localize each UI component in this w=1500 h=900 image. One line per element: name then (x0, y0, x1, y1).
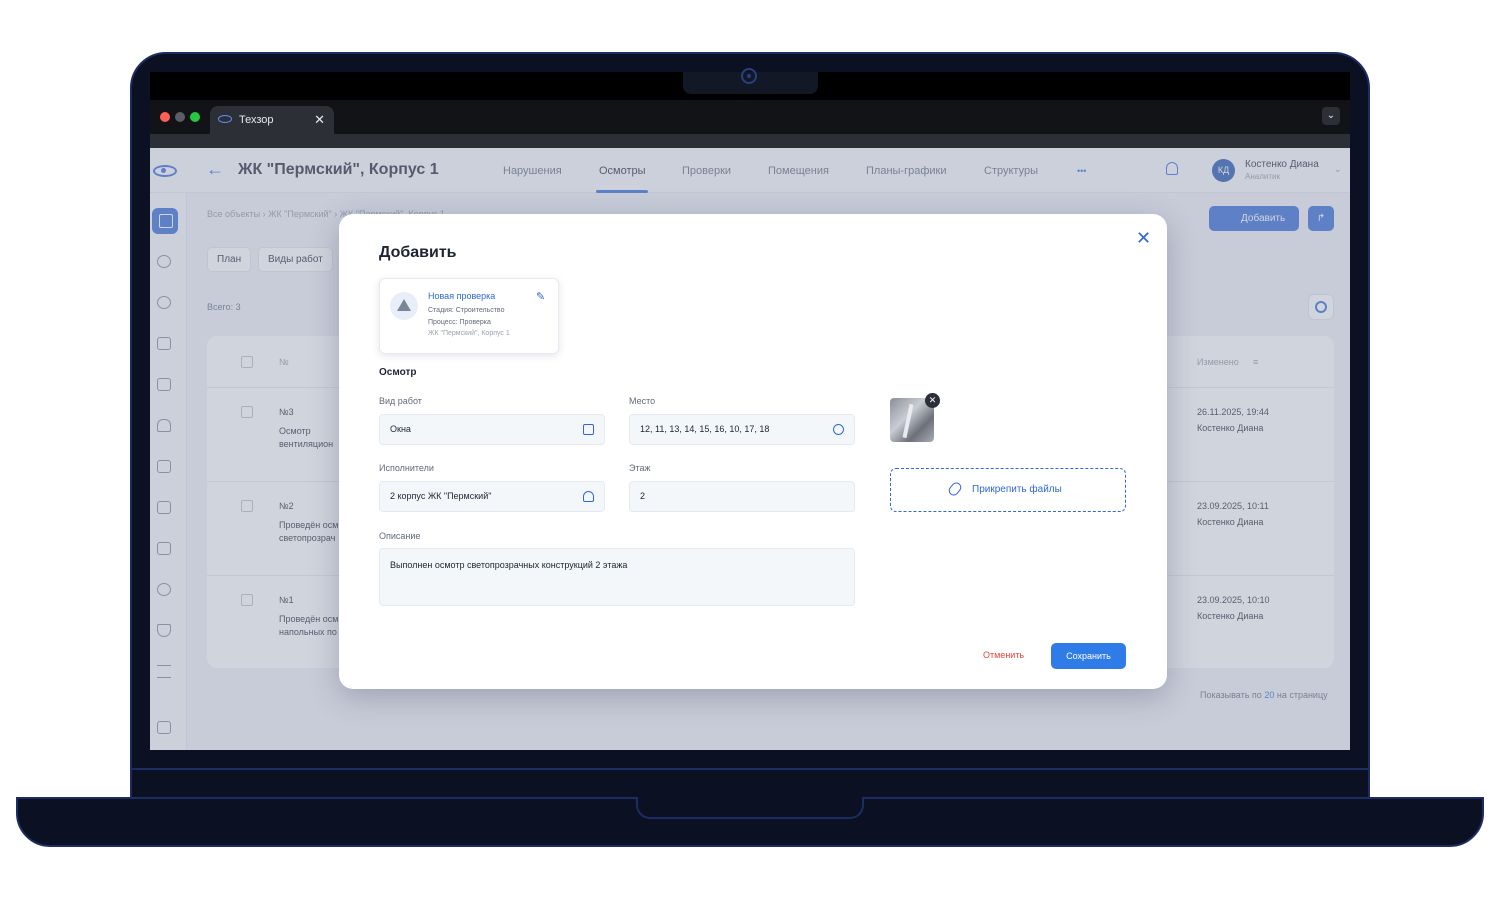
section-title: Осмотр (379, 367, 417, 378)
save-button[interactable]: Сохранить (1051, 643, 1126, 669)
place-field[interactable]: 12, 11, 13, 14, 15, 16, 10, 17, 18 (629, 414, 855, 445)
warning-icon (390, 292, 418, 320)
tab-close-icon[interactable]: ✕ (314, 112, 325, 128)
browser-tab-title: Техзор (239, 114, 274, 126)
window-close-dot[interactable] (160, 112, 170, 122)
tab-menu-chevron-icon[interactable]: ⌄ (1322, 107, 1340, 125)
place-label: Место (629, 396, 656, 406)
window-minimize-dot[interactable] (175, 112, 185, 122)
description-label: Описание (379, 531, 421, 541)
laptop-base-notch (636, 797, 864, 819)
floor-label: Этаж (629, 463, 651, 473)
browser-toolbar (150, 134, 1350, 148)
check-card[interactable]: Новая проверка Стадия: Строительство Про… (379, 278, 559, 354)
laptop-hinge (130, 768, 1370, 798)
camera-icon (741, 68, 757, 84)
cancel-button[interactable]: Отменить (983, 650, 1024, 660)
person-icon (583, 491, 594, 502)
floor-field[interactable]: 2 (629, 481, 855, 512)
performers-field[interactable]: 2 корпус ЖК "Пермский" (379, 481, 605, 512)
attach-files-label: Прикрепить файлы (972, 484, 1062, 495)
window-zoom-dot[interactable] (190, 112, 200, 122)
work-type-field[interactable]: Окна (379, 414, 605, 445)
performers-label: Исполнители (379, 463, 434, 473)
card-process: Процесс: Проверка (428, 319, 491, 326)
description-value: Выполнен осмотр светопрозрачных конструк… (390, 560, 628, 570)
browser-tab[interactable]: Техзор ✕ (210, 106, 334, 134)
paperclip-icon (946, 480, 964, 498)
place-value: 12, 11, 13, 14, 15, 16, 10, 17, 18 (640, 424, 770, 434)
app-eye-icon (218, 115, 232, 123)
card-name[interactable]: Новая проверка (428, 291, 495, 301)
crosshair-icon (833, 424, 844, 435)
close-icon[interactable]: ✕ (1136, 228, 1151, 249)
description-textarea[interactable]: Выполнен осмотр светопрозрачных конструк… (379, 548, 855, 606)
performers-value: 2 корпус ЖК "Пермский" (390, 491, 492, 501)
wrench-icon (583, 424, 594, 435)
modal-title: Добавить (379, 244, 457, 261)
edit-pencil-icon[interactable]: ✎ (536, 290, 545, 303)
work-type-label: Вид работ (379, 396, 422, 406)
work-type-value: Окна (390, 424, 411, 434)
attach-files-button[interactable]: Прикрепить файлы (890, 468, 1126, 512)
floor-value: 2 (640, 491, 646, 501)
card-object: ЖК "Пермский", Корпус 1 (428, 330, 510, 337)
remove-attachment-icon[interactable]: ✕ (925, 393, 940, 408)
card-stage: Стадия: Строительство (428, 307, 505, 314)
add-modal: Добавить ✕ Новая проверка Стадия: Строит… (339, 214, 1167, 689)
